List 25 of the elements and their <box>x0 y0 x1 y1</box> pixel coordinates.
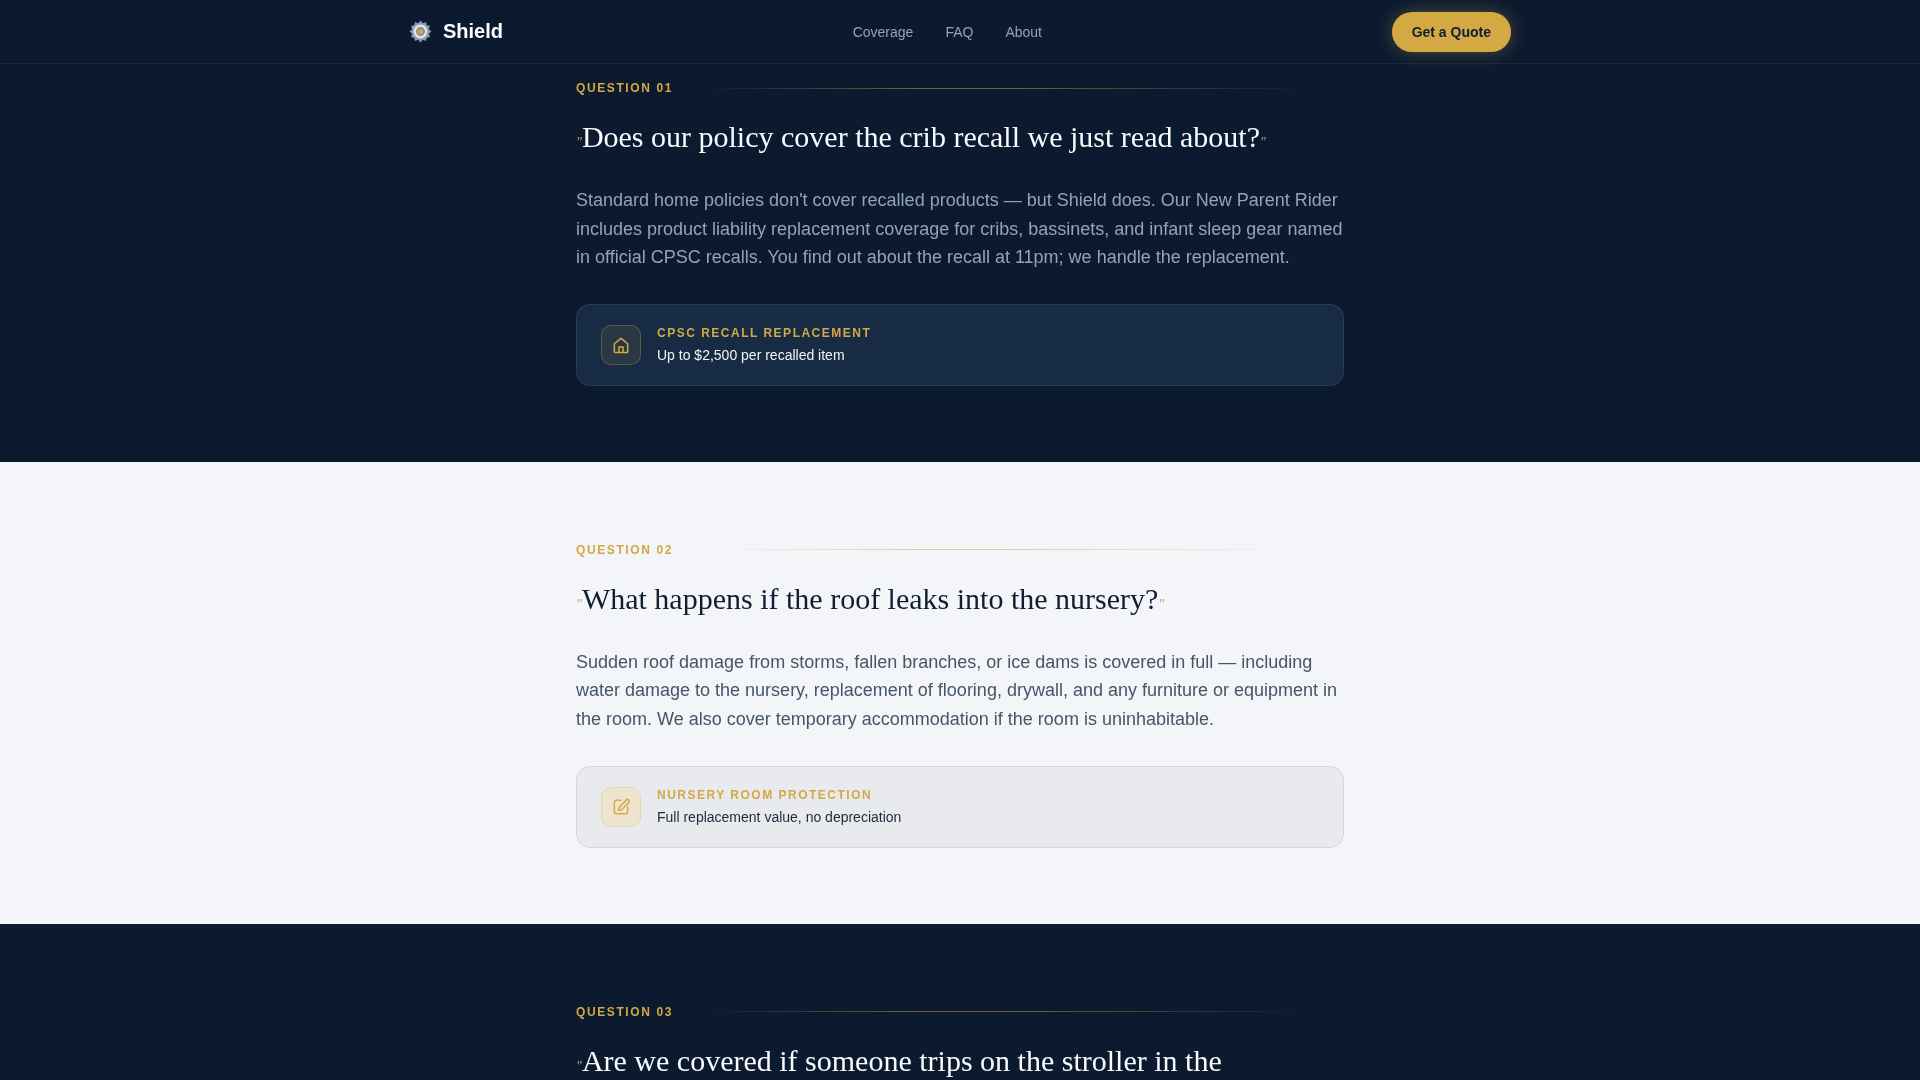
card-detail: Full replacement value, no depreciation <box>657 807 902 827</box>
card-title: CPSC RECALL REPLACEMENT <box>657 324 872 341</box>
question-label: QUESTION 02 <box>576 542 673 557</box>
nav-link[interactable]: FAQ <box>945 23 974 40</box>
get-quote-button[interactable]: Get a Quote <box>1391 11 1511 52</box>
quote-mark: " <box>1158 596 1165 612</box>
quote-mark: " <box>576 596 582 612</box>
pencil-square-icon <box>601 786 641 827</box>
question-heading: Are we covered if someone trips on the stroller in the <box>581 1043 1222 1077</box>
nav-link[interactable]: About <box>1005 23 1042 40</box>
card-title: NURSERY ROOM PROTECTION <box>657 786 874 803</box>
answer-text: Sudden roof damage from storms, fallen branches, or ice dams is covered in full — including water damage to the nursery, replacement of flooring, drywall, and any furniture or equipment in the room. We also cover temporary accommodation if the room is uninhabitable. <box>576 650 1339 731</box>
question-heading: What happens if the roof leaks into the nursery? <box>581 581 1159 615</box>
card-detail: Up to $2,500 per recalled item <box>657 345 846 365</box>
quote-mark: " <box>576 1058 582 1074</box>
question-heading: Does our policy cover the crib recall we just read about? <box>581 120 1260 153</box>
nav-link[interactable]: Coverage <box>852 23 914 40</box>
quote-mark: " <box>1259 135 1266 150</box>
question-label: QUESTION 01 <box>576 81 673 95</box>
answer-text: Standard home policies don't cover recalled products — but Shield does. Our New Parent Rider includes product liability replacement coverage for cribs, bassinets, and infant sleep gear named in official CPSC recalls. You find out about the recall at 11pm; we handle the replacement. <box>576 189 1344 270</box>
brand-name[interactable]: Shield <box>443 20 503 43</box>
question-label: QUESTION 03 <box>576 1004 673 1019</box>
quote-mark: " <box>576 135 582 150</box>
house-icon <box>601 324 641 365</box>
seal-icon <box>409 20 432 43</box>
